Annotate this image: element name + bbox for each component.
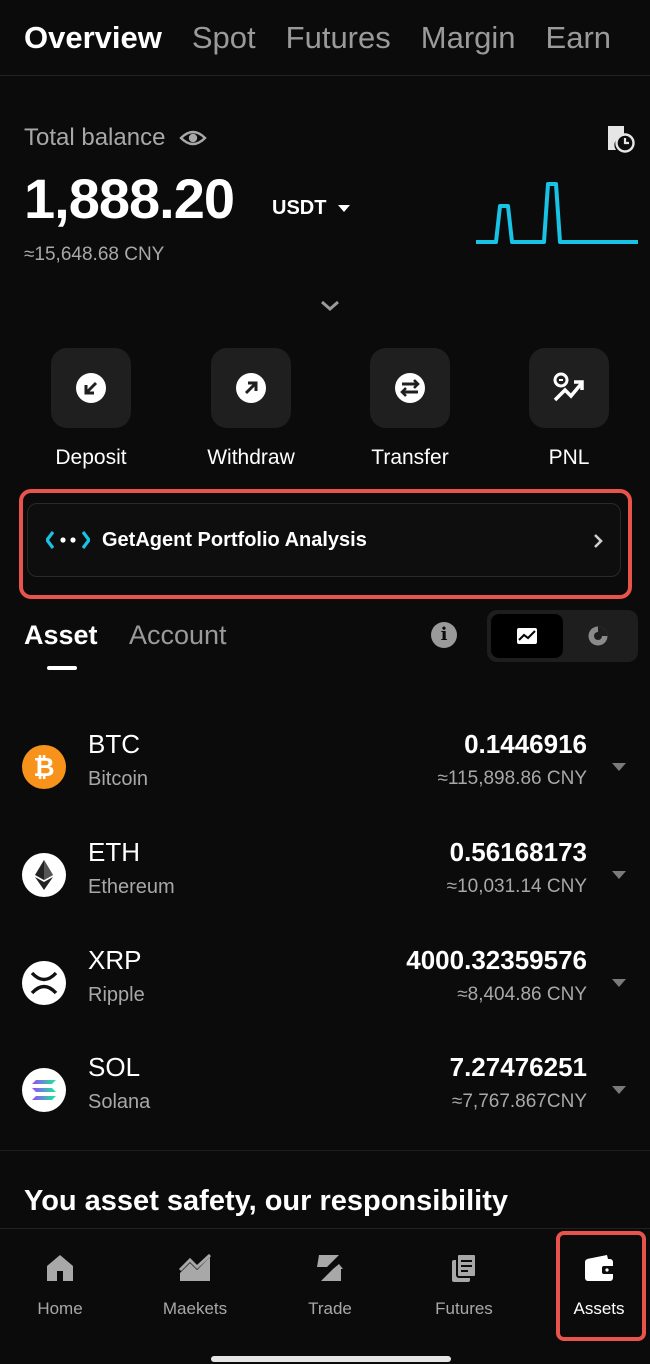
getagent-banner[interactable]: GetAgent Portfolio Analysis: [27, 503, 621, 577]
transfer-icon: [395, 373, 425, 403]
pnl-icon: [553, 372, 584, 402]
tab-asset[interactable]: Asset: [24, 620, 98, 651]
asset-cny-value: ≈8,404.86 CNY: [457, 984, 587, 1005]
asset-symbol: SOL: [88, 1052, 141, 1082]
eye-icon[interactable]: [179, 128, 208, 148]
deposit-tile: [51, 348, 131, 428]
ripple-icon: [22, 961, 66, 1005]
home-indicator: [211, 1356, 451, 1362]
pie-chart-view-button[interactable]: [562, 614, 634, 658]
withdraw-tile: [211, 348, 291, 428]
pnl-button[interactable]: PNL: [509, 348, 629, 470]
nav-markets-label: Maekets: [162, 1299, 228, 1318]
caret-down-icon: [338, 205, 351, 212]
nav-futures-label: Futures: [435, 1299, 493, 1318]
markets-icon: [178, 1253, 212, 1281]
asset-name: Bitcoin: [88, 768, 149, 790]
asset-row-eth[interactable]: ETH Ethereum 0.56168173 ≈10,031.14 CNY: [0, 830, 650, 938]
nav-home-label: Home: [37, 1299, 83, 1318]
tab-earn[interactable]: Earn: [546, 20, 611, 56]
section-divider: [0, 1150, 650, 1151]
asset-cny-value: ≈10,031.14 CNY: [446, 876, 587, 897]
caret-down-icon[interactable]: [612, 763, 626, 771]
line-chart-view-button[interactable]: [491, 614, 563, 658]
nav-trade[interactable]: Trade: [275, 1251, 385, 1319]
asset-amount: 0.56168173: [449, 837, 587, 867]
asset-cny-value: ≈115,898.86 CNY: [437, 768, 587, 789]
asset-amount: 7.27476251: [449, 1052, 587, 1082]
deposit-button[interactable]: Deposit: [31, 348, 151, 470]
asset-name: Ethereum: [88, 876, 175, 898]
ethereum-icon: [22, 853, 66, 897]
asset-symbol: BTC: [88, 729, 140, 759]
solana-icon: [22, 1068, 66, 1112]
asset-row-xrp[interactable]: XRP Ripple 4000.32359576 ≈8,404.86 CNY: [0, 938, 650, 1046]
currency-label: USDT: [272, 197, 327, 219]
nav-home[interactable]: Home: [5, 1251, 115, 1319]
caret-down-icon[interactable]: [612, 871, 626, 879]
line-chart-icon: [517, 628, 537, 644]
balance-cny: ≈15,648.68 CNY: [24, 244, 165, 265]
currency-selector[interactable]: USDT: [272, 197, 351, 220]
nav-markets[interactable]: Maekets: [140, 1251, 250, 1319]
asset-symbol: ETH: [88, 837, 140, 867]
asset-name: Ripple: [88, 984, 145, 1006]
pie-chart-icon: [588, 626, 608, 646]
transfer-label: Transfer: [371, 446, 449, 469]
tab-account[interactable]: Account: [129, 620, 227, 651]
pnl-label: PNL: [548, 446, 590, 469]
withdraw-icon: [236, 373, 266, 403]
asset-amount: 4000.32359576: [406, 945, 587, 975]
deposit-icon: [76, 373, 106, 403]
chevron-right-icon: [594, 534, 603, 548]
transfer-tile: [370, 348, 450, 428]
view-toggle: [487, 610, 638, 662]
bottom-nav: Home Maekets Trade Futures Assets: [0, 1228, 650, 1364]
total-balance-text: Total balance: [24, 124, 166, 151]
info-icon[interactable]: i: [431, 622, 457, 648]
asset-cny-value: ≈7,767.867CNY: [451, 1091, 587, 1112]
nav-futures[interactable]: Futures: [409, 1251, 519, 1319]
asset-row-sol[interactable]: SOL Solana 7.27476251 ≈7,767.867CNY: [0, 1045, 650, 1153]
futures-icon: [452, 1253, 477, 1282]
withdraw-label: Withdraw: [207, 446, 295, 469]
transfer-button[interactable]: Transfer: [350, 348, 470, 470]
asset-row-btc[interactable]: ₿ BTC Bitcoin 0.1446916 ≈115,898.86 CNY: [0, 722, 650, 830]
total-balance-label: Total balance: [24, 124, 208, 152]
active-tab-indicator: [47, 666, 77, 670]
nav-trade-label: Trade: [308, 1299, 352, 1318]
tab-overview[interactable]: Overview: [24, 20, 162, 56]
asset-amount: 0.1446916: [464, 729, 587, 759]
asset-name: Solana: [88, 1091, 151, 1113]
tab-futures[interactable]: Futures: [286, 20, 391, 56]
top-tab-bar: Overview Spot Futures Margin Earn: [0, 0, 650, 76]
deposit-label: Deposit: [55, 446, 127, 469]
balance-sparkline: [476, 182, 638, 244]
getagent-title: GetAgent Portfolio Analysis: [102, 528, 367, 551]
safety-heading: You asset safety, our responsibility: [24, 1185, 509, 1217]
caret-down-icon[interactable]: [612, 1086, 626, 1094]
balance-amount: 1,888.20: [24, 167, 235, 230]
tab-margin[interactable]: Margin: [421, 20, 516, 56]
home-icon: [47, 1255, 73, 1281]
balance-history-icon[interactable]: [604, 122, 636, 154]
pnl-tile: [529, 348, 609, 428]
chevron-down-icon[interactable]: [318, 298, 342, 314]
bitcoin-icon: ₿: [22, 745, 66, 789]
trade-icon: [317, 1255, 343, 1281]
getagent-logo-icon: [46, 531, 90, 549]
highlight-frame: [556, 1231, 646, 1341]
withdraw-button[interactable]: Withdraw: [191, 348, 311, 470]
asset-symbol: XRP: [88, 945, 142, 975]
caret-down-icon[interactable]: [612, 979, 626, 987]
tab-spot[interactable]: Spot: [192, 20, 256, 56]
